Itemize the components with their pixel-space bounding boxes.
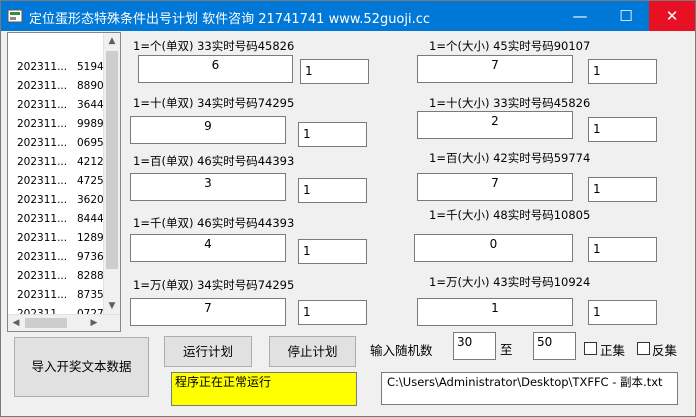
list-item-date: 202311... — [17, 137, 68, 149]
minimize-button[interactable]: — — [557, 1, 603, 31]
plan-label-tenthousands-big-small: 1=万(大小) 43实时号码10924 — [429, 275, 591, 289]
scroll-right-icon[interactable]: ▶ — [86, 315, 102, 331]
plan-input-hundreds-big-small[interactable]: 1 — [588, 177, 657, 202]
stop-plan-button[interactable]: 停止计划 — [269, 336, 356, 367]
list-item-date: 202311... — [17, 270, 68, 282]
list-item-date: 202311... — [17, 251, 68, 263]
list-item-number: 99894 — [77, 118, 106, 130]
list-item-number: 36200 — [77, 194, 106, 206]
plan-label-tenthousands-odd-even: 1=万(单双) 34实时号码74295 — [133, 278, 295, 292]
status-box: 程序正在正常运行 — [171, 372, 357, 406]
plan-input-tenthousands-big-small[interactable]: 1 — [588, 300, 657, 325]
horizontal-scroll-thumb[interactable] — [25, 318, 67, 328]
list-item-number: 84447 — [77, 213, 106, 225]
plan-input-tenthousands-odd-even[interactable]: 1 — [298, 300, 367, 325]
plan-value-tenthousands-big-small[interactable]: 1 — [417, 298, 573, 326]
vertical-scrollbar[interactable]: ▲ ▼ — [103, 33, 120, 314]
plan-label-hundreds-odd-even: 1=百(单双) 46实时号码44393 — [133, 154, 295, 168]
vertical-scroll-thumb[interactable] — [106, 51, 118, 269]
plan-value-tens-odd-even[interactable]: 9 — [130, 116, 286, 144]
plan-label-hundreds-big-small: 1=百(大小) 42实时号码59774 — [429, 151, 591, 165]
scroll-down-icon[interactable]: ▼ — [104, 298, 120, 314]
list-item-date: 202311... — [17, 213, 68, 225]
plan-value-thousands-odd-even[interactable]: 4 — [130, 234, 286, 262]
list-item-date: 202311... — [17, 289, 68, 301]
scroll-up-icon[interactable]: ▲ — [104, 33, 120, 49]
list-item-date: 202311... — [17, 194, 68, 206]
plan-input-ones-odd-even[interactable]: 1 — [300, 59, 369, 84]
list-item-number: 97363 — [77, 251, 106, 263]
plan-label-thousands-odd-even: 1=千(单双) 46实时号码44393 — [133, 216, 295, 230]
list-item-number: 51945 — [77, 61, 106, 73]
plan-value-ones-odd-even[interactable]: 6 — [138, 55, 293, 83]
plan-label-thousands-big-small: 1=千(大小) 48实时号码10805 — [429, 208, 591, 222]
maximize-button[interactable]: ☐ — [603, 1, 649, 31]
list-item-date: 202311... — [17, 99, 68, 111]
negative-set-label: 反集 — [652, 343, 678, 358]
plan-input-hundreds-odd-even[interactable]: 1 — [298, 178, 367, 203]
file-path-field[interactable]: C:\Users\Administrator\Desktop\TXFFC - 副… — [381, 372, 678, 405]
to-label: 至 — [500, 342, 513, 357]
import-data-button[interactable]: 导入开奖文本数据 — [14, 337, 149, 397]
plan-value-thousands-big-small[interactable]: 0 — [414, 234, 573, 262]
plan-input-thousands-odd-even[interactable]: 1 — [298, 239, 367, 264]
scroll-left-icon[interactable]: ◀ — [8, 315, 24, 331]
random-label: 输入随机数 — [370, 343, 433, 358]
random-min-input[interactable]: 30 — [453, 332, 496, 360]
plan-label-ones-big-small: 1=个(大小) 45实时号码90107 — [429, 39, 591, 53]
plan-label-tens-odd-even: 1=十(单双) 34实时号码74295 — [133, 96, 295, 110]
run-plan-button[interactable]: 运行计划 — [164, 336, 252, 367]
window-title: 定位蛋形态特殊条件出号计划 软件咨询 21741741 www.52guoji.… — [29, 12, 431, 27]
plan-input-ones-big-small[interactable]: 1 — [588, 59, 657, 84]
plan-input-thousands-big-small[interactable]: 1 — [588, 237, 657, 262]
random-max-input[interactable]: 50 — [533, 332, 576, 360]
history-listbox[interactable]: 202311... 51945 202311... 88904 202311... 364… — [7, 32, 121, 332]
list-item-date: 202311... — [17, 80, 68, 92]
main-window: 定位蛋形态特殊条件出号计划 软件咨询 21741741 www.52guoji.… — [0, 0, 696, 417]
list-item-date: 202311... — [17, 118, 68, 130]
list-item-number: 87357 — [77, 289, 106, 301]
close-button[interactable]: ✕ — [649, 1, 695, 31]
list-item-number: 88904 — [77, 80, 106, 92]
list-item-number: 42120 — [77, 156, 106, 168]
list-item-date: 202311... — [17, 232, 68, 244]
list-item-date: 202311... — [17, 156, 68, 168]
list-item-number: 82882 — [77, 270, 106, 282]
plan-value-hundreds-odd-even[interactable]: 3 — [130, 173, 286, 201]
app-icon — [7, 9, 23, 23]
list-item-number: 06950 — [77, 137, 106, 149]
list-item-number: 47254 — [77, 175, 106, 187]
title-bar: 定位蛋形态特殊条件出号计划 软件咨询 21741741 www.52guoji.… — [1, 1, 695, 31]
list-item-date: 202311... — [17, 61, 68, 73]
plan-value-ones-big-small[interactable]: 7 — [417, 55, 573, 83]
plan-value-tenthousands-odd-even[interactable]: 7 — [130, 298, 286, 326]
positive-set-checkbox[interactable] — [584, 342, 597, 355]
list-item-number: 12890 — [77, 232, 106, 244]
plan-value-tens-big-small[interactable]: 2 — [417, 111, 573, 139]
positive-set-label: 正集 — [600, 343, 626, 358]
negative-set-checkbox[interactable] — [637, 342, 650, 355]
plan-label-tens-big-small: 1=十(大小) 33实时号码45826 — [429, 96, 591, 110]
plan-input-tens-big-small[interactable]: 1 — [588, 117, 657, 142]
plan-input-tens-odd-even[interactable]: 1 — [298, 122, 367, 147]
plan-label-ones-odd-even: 1=个(单双) 33实时号码45826 — [133, 39, 295, 53]
list-item-date: 202311... — [17, 175, 68, 187]
plan-value-hundreds-big-small[interactable]: 7 — [417, 173, 573, 201]
horizontal-scrollbar[interactable]: ◀ ▶ — [8, 314, 120, 331]
list-item-number: 36449 — [77, 99, 106, 111]
